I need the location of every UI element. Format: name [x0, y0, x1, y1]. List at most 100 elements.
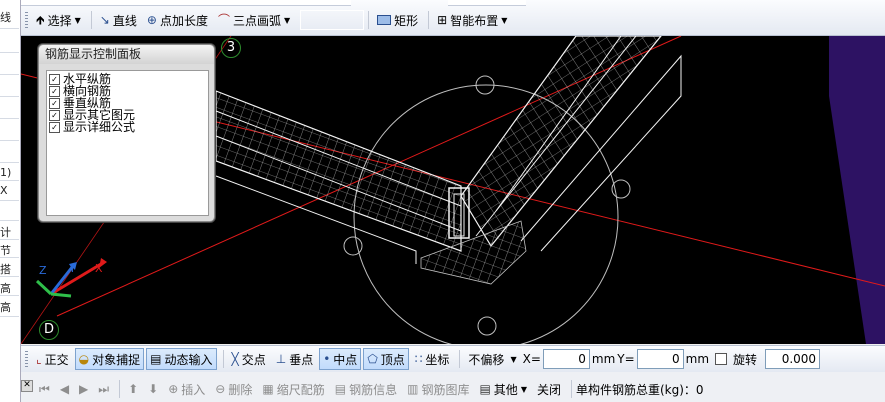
vertex-icon: ⬠ [367, 352, 378, 366]
rectangle-label: 矩形 [394, 13, 419, 28]
checkbox-checked-icon[interactable]: ✓ [49, 73, 60, 85]
arc-mode-combo[interactable] [300, 10, 365, 30]
divider [0, 118, 19, 119]
dynamic-input-button[interactable]: ▤ 动态输入 [146, 348, 217, 370]
arc-button[interactable]: ⌒ 三点画弧 ▼ [214, 9, 294, 31]
tab-strip [21, 0, 351, 6]
next-record-button[interactable]: ▶ [75, 378, 92, 400]
intersection-label: 交点 [241, 352, 266, 367]
left-panel-item[interactable]: X [0, 184, 19, 197]
other-menu-button[interactable]: ▤ 其他 ▼ [475, 378, 531, 400]
divider [0, 239, 19, 240]
rebar-library-label: 钢筋图库 [421, 382, 470, 397]
line-label: 直线 [112, 13, 137, 28]
beam-wireframe[interactable] [215, 90, 462, 252]
left-panel-item[interactable]: 节 [0, 242, 19, 258]
prev-record-button[interactable]: ◀ [56, 378, 73, 400]
wall-element[interactable] [829, 36, 885, 344]
line-button[interactable]: ↘ 直线 [96, 9, 141, 31]
checkbox-checked-icon[interactable]: ✓ [49, 97, 60, 109]
smart-layout-button[interactable]: ⊞ 智能布置 ▼ [433, 9, 511, 31]
separator [222, 350, 224, 368]
last-record-button[interactable]: ⏭ [94, 378, 113, 400]
separator [90, 11, 92, 29]
left-panel-item[interactable]: 线 [0, 9, 19, 25]
checkbox-checked-icon[interactable]: ✓ [49, 121, 60, 133]
divider [0, 180, 19, 181]
tab-strip [448, 0, 526, 6]
close-icon[interactable]: ✕ [21, 380, 33, 392]
rotate-checkbox[interactable] [715, 353, 728, 365]
close-label: 关闭 [536, 382, 561, 397]
delete-button[interactable]: ⊖ 删除 [211, 378, 256, 400]
move-up-button[interactable]: ⬆ [124, 378, 142, 400]
offset-mode-label: 不偏移 [468, 352, 505, 367]
close-button[interactable]: 关闭 [533, 378, 565, 400]
chevron-down-icon: ▼ [520, 384, 527, 394]
cursor-arrow-icon: 🡹 [36, 13, 45, 27]
coordinate-icon: ∷ [414, 352, 423, 366]
rotate-angle-input[interactable]: 0.000 [765, 349, 821, 369]
checkbox-checked-icon[interactable]: ✓ [49, 109, 60, 121]
y-coordinate-input[interactable]: 0 [636, 349, 684, 369]
left-panel-item[interactable]: 计 [0, 224, 19, 240]
option-show-formula[interactable]: ✓ 显示详细公式 [49, 121, 208, 133]
scale-rebar-button[interactable]: ▦ 缩尺配筋 [258, 378, 328, 400]
move-down-button[interactable]: ⬇ [144, 378, 162, 400]
arc-label: 三点画弧 [232, 13, 281, 28]
select-button[interactable]: 🡹 选择 ▼ [32, 9, 85, 31]
x-label: X= [522, 352, 541, 366]
left-panel-item[interactable]: 高 [0, 280, 19, 296]
midpoint-icon: • [323, 352, 331, 366]
point-length-icon: ⊕ [146, 13, 157, 27]
perpendicular-snap-button[interactable]: ⊥ 垂点 [272, 348, 317, 370]
grid-axis-label-top[interactable]: 3 [221, 38, 241, 58]
delete-icon: ⊖ [215, 382, 226, 396]
drawing-viewport[interactable]: X Y Z 3 D 钢筋显示控制面板 ✓ 水平纵筋 ✓ 横向钢筋 ✓ 垂直纵筋 … [21, 36, 885, 344]
beam-wireframe[interactable] [460, 36, 662, 248]
dynamic-input-icon: ▤ [150, 352, 162, 366]
dynamic-input-label: 动态输入 [164, 352, 213, 367]
drawing-toolbar: 🡹 选择 ▼ ↘ 直线 ⊕ 点加长度 ⌒ 三点画弧 ▼ 矩形 ⊞ 智能布置 ▼ [21, 0, 885, 36]
drawing-toolbar-row: 🡹 选择 ▼ ↘ 直线 ⊕ 点加长度 ⌒ 三点画弧 ▼ 矩形 ⊞ 智能布置 ▼ [21, 9, 513, 31]
left-panel-item[interactable]: 搭 [0, 261, 19, 277]
rectangle-button[interactable]: 矩形 [373, 9, 422, 31]
grid-axis-label-bottom[interactable]: D [39, 320, 59, 340]
chevron-down-icon: ▼ [283, 15, 291, 25]
other-label: 其他 [493, 382, 518, 397]
left-panel-item[interactable]: 高 [0, 299, 19, 315]
ucs-x-label: X [95, 262, 103, 275]
divider [0, 220, 19, 221]
divider [0, 200, 19, 201]
first-record-button[interactable]: ⏮ [35, 378, 54, 400]
toolbar-grip[interactable] [25, 351, 28, 367]
intersection-snap-button[interactable]: ╳ 交点 [228, 348, 270, 370]
rebar-library-button[interactable]: ▥ 钢筋图库 [403, 378, 473, 400]
left-panel-item[interactable]: 1) [0, 166, 19, 179]
rebar-panel-title: 钢筋显示控制面板 [39, 45, 214, 64]
rebar-info-icon: ▤ [334, 382, 347, 396]
insert-button[interactable]: ⊕ 插入 [164, 378, 209, 400]
total-rebar-weight: 单构件钢筋总重(kg)：0 [575, 382, 704, 397]
vertex-snap-button[interactable]: ⬠ 顶点 [363, 348, 409, 370]
arc-tool-icon: ⌒ [217, 13, 230, 27]
checkbox-checked-icon[interactable]: ✓ [49, 85, 60, 97]
ortho-icon: ⌞ [36, 352, 42, 366]
grid-node [343, 236, 363, 256]
point-length-button[interactable]: ⊕ 点加长度 [143, 9, 212, 31]
ortho-button[interactable]: ⌞ 正交 [32, 348, 73, 370]
x-coordinate-input[interactable]: 0 [542, 349, 590, 369]
unit-label: mm [591, 352, 616, 366]
offset-mode-select[interactable]: 不偏移 ▼ [464, 348, 520, 370]
unit-label: mm [685, 352, 710, 366]
divider [0, 257, 19, 258]
toolbar-grip[interactable] [25, 12, 28, 28]
coordinate-snap-button[interactable]: ∷ 坐标 [411, 348, 454, 370]
rebar-info-button[interactable]: ▤ 钢筋信息 [331, 378, 401, 400]
intersection-icon: ╳ [231, 352, 239, 366]
object-snap-label: 对象捕捉 [92, 352, 141, 367]
snap-toolbar: ⌞ 正交 ◒ 对象捕捉 ▤ 动态输入 ╳ 交点 ⊥ 垂点 • 中点 ⬠ 顶点 ∷ [21, 345, 885, 373]
midpoint-snap-button[interactable]: • 中点 [319, 348, 362, 370]
object-snap-button[interactable]: ◒ 对象捕捉 [74, 348, 145, 370]
divider [0, 276, 19, 277]
